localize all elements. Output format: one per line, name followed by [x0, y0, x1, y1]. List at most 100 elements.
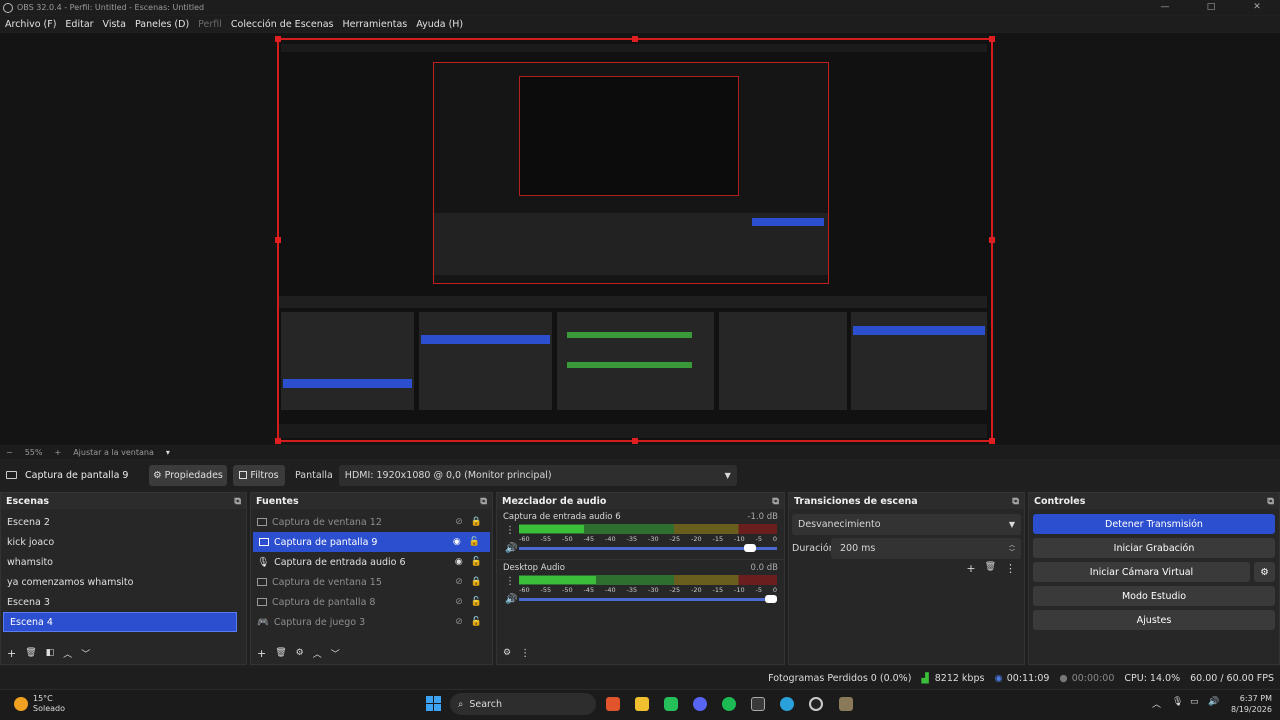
- clock[interactable]: 6:37 PM 8/19/2026: [1230, 693, 1272, 715]
- menu-coleccion-escenas[interactable]: Colección de Escenas: [231, 19, 334, 30]
- move-down-icon[interactable]: ﹀: [81, 647, 90, 660]
- eye-off-icon[interactable]: ⊘: [455, 617, 463, 627]
- resize-handle[interactable]: [989, 438, 995, 444]
- source-item[interactable]: 🎙 Captura de entrada audio 6 ◉ 🔓: [251, 552, 492, 572]
- speaker-icon[interactable]: 🔊: [505, 543, 517, 554]
- source-item[interactable]: 🎮 Captura de juego 3 ⊘ 🔓: [251, 612, 492, 632]
- weather-widget[interactable]: 15°C Soleado: [33, 694, 65, 714]
- whatsapp-icon[interactable]: [664, 697, 678, 711]
- obs-icon[interactable]: [809, 697, 823, 711]
- menu-paneles[interactable]: Paneles (D): [135, 19, 189, 30]
- scene-item-selected[interactable]: Escena 4: [3, 612, 237, 632]
- unlock-icon[interactable]: 🔓: [471, 617, 482, 627]
- panel-undock-icon[interactable]: ⧉: [234, 496, 241, 507]
- weather-sun-icon[interactable]: [14, 697, 28, 711]
- move-up-icon[interactable]: ︿: [313, 647, 322, 660]
- source-item-selected[interactable]: Captura de pantalla 9 ◉ 🔓: [253, 532, 490, 552]
- spotify-icon[interactable]: [722, 697, 736, 711]
- app-icon[interactable]: [839, 697, 853, 711]
- kebab-menu-icon[interactable]: ⋮: [505, 576, 515, 587]
- add-scene-icon[interactable]: +: [7, 647, 16, 660]
- scene-item[interactable]: Escena 2: [1, 512, 246, 532]
- resize-handle[interactable]: [632, 438, 638, 444]
- volume-slider[interactable]: [519, 595, 777, 603]
- eye-icon[interactable]: ◉: [455, 557, 463, 567]
- add-source-icon[interactable]: +: [257, 647, 266, 660]
- microphone-icon[interactable]: 🎙: [1172, 697, 1183, 707]
- kebab-menu-icon[interactable]: ⋮: [520, 648, 530, 659]
- source-item[interactable]: Captura de ventana 12 ⊘ 🔒: [251, 512, 492, 532]
- panel-undock-icon[interactable]: ⧉: [480, 496, 487, 507]
- eye-off-icon[interactable]: ⊘: [455, 577, 463, 587]
- panel-undock-icon[interactable]: ⧉: [1012, 496, 1019, 507]
- trash-icon[interactable]: 🗑: [275, 648, 286, 658]
- eye-icon[interactable]: ◉: [453, 537, 461, 547]
- folder-icon[interactable]: [635, 697, 649, 711]
- filters-button[interactable]: Filtros: [233, 464, 285, 486]
- lock-icon[interactable]: 🔒: [471, 577, 482, 587]
- panel-undock-icon[interactable]: ⧉: [772, 496, 779, 507]
- unlock-icon[interactable]: 🔓: [471, 597, 482, 607]
- network-icon[interactable]: ▭: [1190, 697, 1199, 707]
- move-up-icon[interactable]: ︿: [63, 647, 72, 660]
- studio-mode-button[interactable]: Modo Estudio: [1033, 586, 1275, 606]
- properties-button[interactable]: ⚙ Propiedades: [149, 464, 227, 486]
- volume-knob[interactable]: [744, 544, 757, 552]
- source-item[interactable]: Captura de ventana 15 ⊘ 🔒: [251, 572, 492, 592]
- resize-handle[interactable]: [275, 237, 281, 243]
- filter-icon[interactable]: ◧: [46, 648, 55, 658]
- virtual-camera-settings-button[interactable]: ⚙: [1254, 562, 1275, 582]
- add-transition-icon[interactable]: +: [966, 562, 975, 575]
- move-down-icon[interactable]: ﹀: [331, 647, 340, 660]
- brave-icon[interactable]: [606, 697, 620, 711]
- panel-undock-icon[interactable]: ⧉: [1267, 496, 1274, 507]
- source-item[interactable]: Captura de pantalla 8 ⊘ 🔓: [251, 592, 492, 612]
- settings-button[interactable]: Ajustes: [1033, 610, 1275, 630]
- menu-archivo[interactable]: Archivo (F): [5, 19, 56, 30]
- menu-editar[interactable]: Editar: [65, 19, 93, 30]
- scene-item[interactable]: ya comenzamos whamsito: [1, 572, 246, 592]
- kebab-menu-icon[interactable]: ⋮: [505, 525, 515, 536]
- speaker-icon[interactable]: 🔊: [505, 594, 517, 605]
- resize-handle[interactable]: [275, 36, 281, 42]
- start-recording-button[interactable]: Iniciar Grabación: [1033, 538, 1275, 558]
- minimize-button[interactable]: —: [1142, 0, 1188, 15]
- gear-icon[interactable]: ⚙: [296, 648, 304, 658]
- resize-handle[interactable]: [989, 237, 995, 243]
- eye-off-icon[interactable]: ⊘: [455, 597, 463, 607]
- scene-item[interactable]: kick joaco: [1, 532, 246, 552]
- menu-herramientas[interactable]: Herramientas: [343, 19, 408, 30]
- taskbar-search[interactable]: ⌕ Search: [450, 693, 596, 715]
- app-icon[interactable]: [751, 697, 765, 711]
- zoom-out-button[interactable]: −: [6, 448, 13, 457]
- menu-vista[interactable]: Vista: [103, 19, 126, 30]
- stop-streaming-button[interactable]: Detener Transmisión: [1033, 514, 1275, 534]
- advanced-audio-icon[interactable]: ⚙: [503, 648, 511, 658]
- telegram-icon[interactable]: [780, 697, 794, 711]
- windows-start-icon[interactable]: [426, 696, 441, 711]
- trash-icon[interactable]: 🗑: [25, 648, 36, 658]
- lock-icon[interactable]: 🔒: [471, 517, 482, 527]
- discord-icon[interactable]: [693, 697, 707, 711]
- duration-input[interactable]: 200 ms ︿ ﹀: [831, 538, 1021, 559]
- close-button[interactable]: ✕: [1234, 0, 1280, 15]
- display-select[interactable]: HDMI: 1920x1080 @ 0,0 (Monitor principal…: [338, 464, 737, 486]
- transition-select[interactable]: Desvanecimiento ▼: [792, 514, 1021, 535]
- maximize-button[interactable]: □: [1188, 0, 1234, 15]
- zoom-dropdown-icon[interactable]: ▾: [166, 448, 170, 457]
- scene-item[interactable]: whamsito: [1, 552, 246, 572]
- trash-icon[interactable]: 🗑: [985, 562, 996, 575]
- volume-icon[interactable]: 🔊: [1208, 697, 1219, 707]
- resize-handle[interactable]: [989, 36, 995, 42]
- scene-item[interactable]: Escena 3: [1, 592, 246, 612]
- eye-off-icon[interactable]: ⊘: [455, 517, 463, 527]
- kebab-menu-icon[interactable]: ⋮: [1005, 562, 1016, 575]
- volume-slider[interactable]: [519, 544, 777, 552]
- menu-ayuda[interactable]: Ayuda (H): [416, 19, 463, 30]
- start-virtual-camera-button[interactable]: Iniciar Cámara Virtual: [1033, 562, 1250, 582]
- unlock-icon[interactable]: 🔓: [469, 537, 480, 547]
- volume-knob[interactable]: [765, 595, 777, 603]
- resize-handle[interactable]: [632, 36, 638, 42]
- tray-chevron-icon[interactable]: ︿: [1152, 697, 1161, 710]
- resize-handle[interactable]: [275, 438, 281, 444]
